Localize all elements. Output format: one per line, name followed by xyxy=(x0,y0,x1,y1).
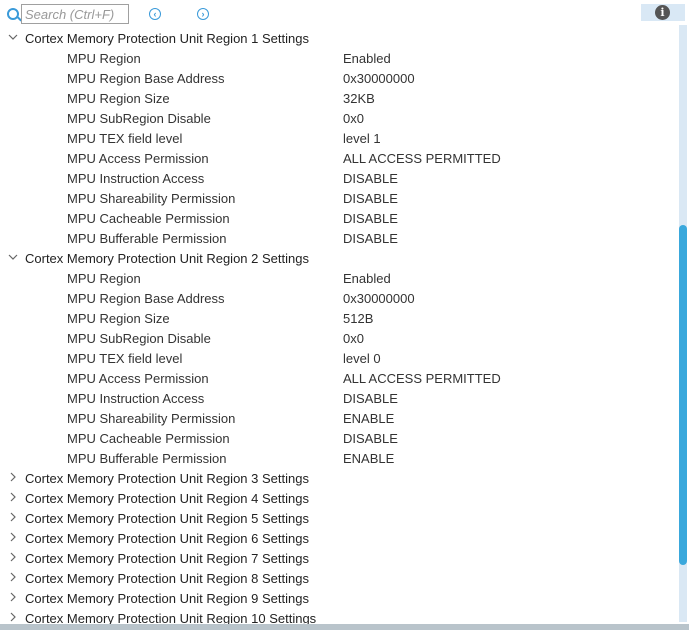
property-label: MPU Instruction Access xyxy=(67,171,205,186)
property-value[interactable]: 0x30000000 xyxy=(343,69,415,89)
chevron-down-icon[interactable] xyxy=(8,249,18,269)
property-value[interactable]: 32KB xyxy=(343,89,375,109)
region-group-header[interactable]: Cortex Memory Protection Unit Region 9 S… xyxy=(0,589,676,609)
property-row[interactable]: MPU Region Base Address 0x30000000 xyxy=(0,289,676,309)
property-value[interactable]: DISABLE xyxy=(343,429,398,449)
property-row[interactable]: MPU Shareability Permission ENABLE xyxy=(0,409,676,429)
info-button[interactable]: i xyxy=(641,4,685,21)
property-label: MPU Region Base Address xyxy=(67,71,225,86)
region-title: Cortex Memory Protection Unit Region 4 S… xyxy=(25,491,309,506)
region-group-header[interactable]: Cortex Memory Protection Unit Region 2 S… xyxy=(0,249,676,269)
region-title: Cortex Memory Protection Unit Region 6 S… xyxy=(25,531,309,546)
search-input[interactable] xyxy=(21,4,129,24)
property-value[interactable]: ENABLE xyxy=(343,409,394,429)
property-value[interactable]: Enabled xyxy=(343,49,391,69)
property-label: MPU Region Size xyxy=(67,91,170,106)
chevron-right-icon[interactable] xyxy=(8,549,18,569)
region-title: Cortex Memory Protection Unit Region 5 S… xyxy=(25,511,309,526)
property-row[interactable]: MPU Region Size 512B xyxy=(0,309,676,329)
search-icon[interactable] xyxy=(7,8,19,20)
next-icon[interactable]: › xyxy=(197,8,209,20)
region-group-header[interactable]: Cortex Memory Protection Unit Region 7 S… xyxy=(0,549,676,569)
property-row[interactable]: MPU Region Enabled xyxy=(0,49,676,69)
property-row[interactable]: MPU TEX field level level 1 xyxy=(0,129,676,149)
property-value[interactable]: ALL ACCESS PERMITTED xyxy=(343,149,501,169)
property-label: MPU Shareability Permission xyxy=(67,411,236,426)
property-row[interactable]: MPU Access Permission ALL ACCESS PERMITTE… xyxy=(0,369,676,389)
property-row[interactable]: MPU Instruction Access DISABLE xyxy=(0,169,676,189)
property-label: MPU Shareability Permission xyxy=(67,191,236,206)
property-value[interactable]: level 1 xyxy=(343,129,381,149)
property-row[interactable]: MPU Shareability Permission DISABLE xyxy=(0,189,676,209)
property-value[interactable]: DISABLE xyxy=(343,169,398,189)
property-label: MPU Cacheable Permission xyxy=(67,211,230,226)
property-value[interactable]: ALL ACCESS PERMITTED xyxy=(343,369,501,389)
property-label: MPU Cacheable Permission xyxy=(67,431,230,446)
region-title: Cortex Memory Protection Unit Region 7 S… xyxy=(25,551,309,566)
property-row[interactable]: MPU Region Enabled xyxy=(0,269,676,289)
property-label: MPU Region xyxy=(67,51,141,66)
region-title: Cortex Memory Protection Unit Region 9 S… xyxy=(25,591,309,606)
previous-icon[interactable]: ‹ xyxy=(149,8,161,20)
property-label: MPU Bufferable Permission xyxy=(67,231,227,246)
property-value[interactable]: 0x30000000 xyxy=(343,289,415,309)
chevron-right-icon[interactable] xyxy=(8,469,18,489)
property-value[interactable]: Enabled xyxy=(343,269,391,289)
region-group-header[interactable]: Cortex Memory Protection Unit Region 5 S… xyxy=(0,509,676,529)
property-label: MPU SubRegion Disable xyxy=(67,331,211,346)
chevron-down-icon[interactable] xyxy=(8,29,18,49)
info-icon: i xyxy=(655,5,670,20)
settings-tree: Cortex Memory Protection Unit Region 1 S… xyxy=(0,29,676,629)
property-label: MPU TEX field level xyxy=(67,351,183,366)
chevron-right-icon[interactable] xyxy=(8,589,18,609)
region-group-header[interactable]: Cortex Memory Protection Unit Region 1 S… xyxy=(0,29,676,49)
region-title: Cortex Memory Protection Unit Region 3 S… xyxy=(25,471,309,486)
property-value[interactable]: 0x0 xyxy=(343,329,364,349)
property-value[interactable]: ENABLE xyxy=(343,449,394,469)
property-row[interactable]: MPU Instruction Access DISABLE xyxy=(0,389,676,409)
property-row[interactable]: MPU TEX field level level 0 xyxy=(0,349,676,369)
chevron-right-icon[interactable] xyxy=(8,489,18,509)
property-value[interactable]: DISABLE xyxy=(343,189,398,209)
region-title: Cortex Memory Protection Unit Region 8 S… xyxy=(25,571,309,586)
property-value[interactable]: 0x0 xyxy=(343,109,364,129)
region-group-header[interactable]: Cortex Memory Protection Unit Region 3 S… xyxy=(0,469,676,489)
property-row[interactable]: MPU Region Base Address 0x30000000 xyxy=(0,69,676,89)
property-value[interactable]: 512B xyxy=(343,309,373,329)
property-row[interactable]: MPU Access Permission ALL ACCESS PERMITTE… xyxy=(0,149,676,169)
region-title: Cortex Memory Protection Unit Region 2 S… xyxy=(25,251,309,266)
property-row[interactable]: MPU SubRegion Disable 0x0 xyxy=(0,109,676,129)
horizontal-scrollbar[interactable] xyxy=(0,624,689,630)
property-value[interactable]: DISABLE xyxy=(343,389,398,409)
property-label: MPU SubRegion Disable xyxy=(67,111,211,126)
property-value[interactable]: DISABLE xyxy=(343,229,398,249)
region-title: Cortex Memory Protection Unit Region 1 S… xyxy=(25,31,309,46)
property-label: MPU Region Base Address xyxy=(67,291,225,306)
chevron-right-icon[interactable] xyxy=(8,529,18,549)
property-label: MPU Region Size xyxy=(67,311,170,326)
property-row[interactable]: MPU Bufferable Permission DISABLE xyxy=(0,229,676,249)
property-label: MPU Instruction Access xyxy=(67,391,205,406)
property-label: MPU Access Permission xyxy=(67,371,209,386)
property-row[interactable]: MPU Region Size 32KB xyxy=(0,89,676,109)
property-row[interactable]: MPU SubRegion Disable 0x0 xyxy=(0,329,676,349)
property-value[interactable]: DISABLE xyxy=(343,209,398,229)
scrollbar-thumb[interactable] xyxy=(679,225,687,565)
chevron-right-icon[interactable] xyxy=(8,569,18,589)
region-group-header[interactable]: Cortex Memory Protection Unit Region 6 S… xyxy=(0,529,676,549)
property-row[interactable]: MPU Cacheable Permission DISABLE xyxy=(0,429,676,449)
property-row[interactable]: MPU Cacheable Permission DISABLE xyxy=(0,209,676,229)
property-value[interactable]: level 0 xyxy=(343,349,381,369)
property-label: MPU Bufferable Permission xyxy=(67,451,227,466)
property-row[interactable]: MPU Bufferable Permission ENABLE xyxy=(0,449,676,469)
chevron-right-icon[interactable] xyxy=(8,509,18,529)
region-group-header[interactable]: Cortex Memory Protection Unit Region 4 S… xyxy=(0,489,676,509)
property-label: MPU Access Permission xyxy=(67,151,209,166)
toolbar: ‹ › i xyxy=(0,0,689,29)
region-group-header[interactable]: Cortex Memory Protection Unit Region 8 S… xyxy=(0,569,676,589)
property-label: MPU Region xyxy=(67,271,141,286)
property-label: MPU TEX field level xyxy=(67,131,183,146)
